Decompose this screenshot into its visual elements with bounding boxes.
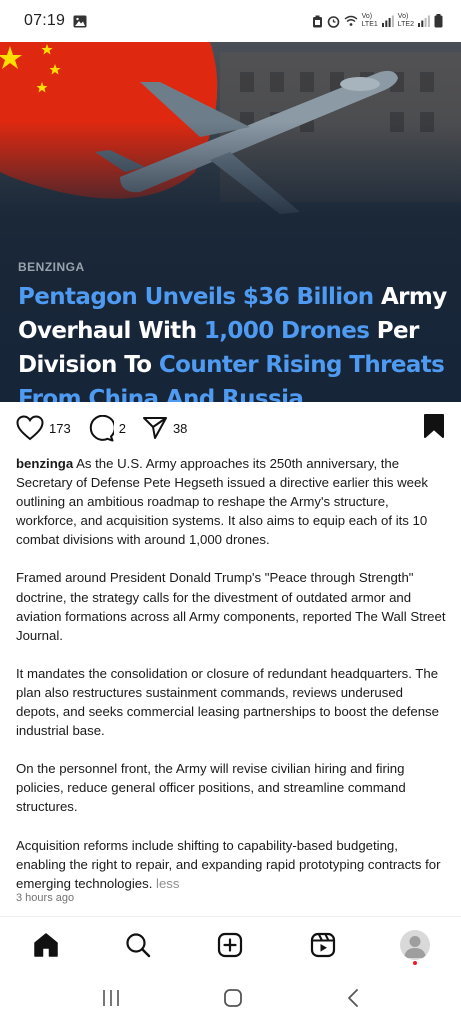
send-icon	[142, 417, 167, 439]
battery-saver-icon	[312, 15, 322, 27]
comment-icon	[89, 414, 114, 441]
network-label-2: Vo) LTE2	[397, 13, 414, 28]
caption-paragraph: Framed around President Donald Trump's "…	[16, 570, 446, 643]
heart-icon	[16, 415, 44, 441]
status-time: 07:19	[24, 12, 66, 29]
back-icon[interactable]	[346, 988, 360, 1008]
bottom-nav	[0, 916, 461, 972]
caption-paragraph: Acquisition reforms include shifting to …	[16, 837, 441, 891]
signal-icon-1	[381, 15, 394, 27]
comment-button[interactable]: 2	[87, 414, 126, 442]
person-icon	[403, 935, 426, 958]
caption-paragraph: benzinga As the U.S. Army approaches its…	[16, 456, 428, 548]
bookmark-icon	[424, 413, 444, 438]
notification-dot	[412, 960, 417, 965]
hero-headline: Pentagon Unveils $36 Billion Army Overha…	[18, 280, 448, 402]
caption-username[interactable]: benzinga	[16, 456, 73, 471]
hero-source-label: BENZINGA	[18, 260, 85, 274]
network-label-1: Vo) LTE1	[361, 13, 378, 28]
battery-icon	[434, 14, 443, 28]
wifi-icon	[344, 15, 358, 26]
reels-icon	[310, 932, 335, 957]
save-button[interactable]	[423, 413, 445, 444]
share-button[interactable]: 38	[142, 415, 187, 441]
nav-search[interactable]	[118, 925, 158, 965]
nav-profile[interactable]	[395, 925, 435, 965]
caption-paragraph: It mandates the consolidation or closure…	[16, 665, 439, 739]
headline-part-3: 1,000 Drones	[203, 318, 370, 344]
like-button[interactable]: 173	[16, 415, 71, 441]
home-icon	[34, 932, 58, 957]
post-actions: 173 2 38	[0, 402, 461, 454]
nav-home[interactable]	[26, 925, 66, 965]
recent-apps-icon[interactable]	[101, 989, 121, 1007]
comment-count: 2	[118, 420, 126, 436]
status-bar: 07:19 Vo) LTE1 Vo) LTE2	[0, 0, 461, 42]
signal-icon-2	[418, 15, 430, 27]
post-timestamp: 3 hours ago	[16, 892, 75, 904]
gallery-icon	[73, 15, 87, 27]
profile-avatar	[399, 929, 430, 960]
nav-create[interactable]	[210, 925, 250, 965]
less-link[interactable]: less	[156, 876, 179, 891]
create-icon	[218, 932, 243, 957]
caption-paragraph: On the personnel front, the Army will re…	[16, 761, 406, 815]
search-icon	[126, 932, 151, 957]
share-count: 38	[172, 420, 188, 436]
system-nav-bar	[0, 972, 461, 1024]
alarm-icon	[327, 15, 339, 28]
nav-reels[interactable]	[303, 925, 343, 965]
headline-part-1: Pentagon Unveils $36 Billion	[18, 284, 374, 310]
like-count: 173	[49, 420, 71, 436]
home-button-icon[interactable]	[223, 988, 243, 1008]
post-caption: benzinga As the U.S. Army approaches its…	[16, 454, 448, 912]
post-image[interactable]: BENZINGA Pentagon Unveils $36 Billion Ar…	[0, 42, 461, 402]
